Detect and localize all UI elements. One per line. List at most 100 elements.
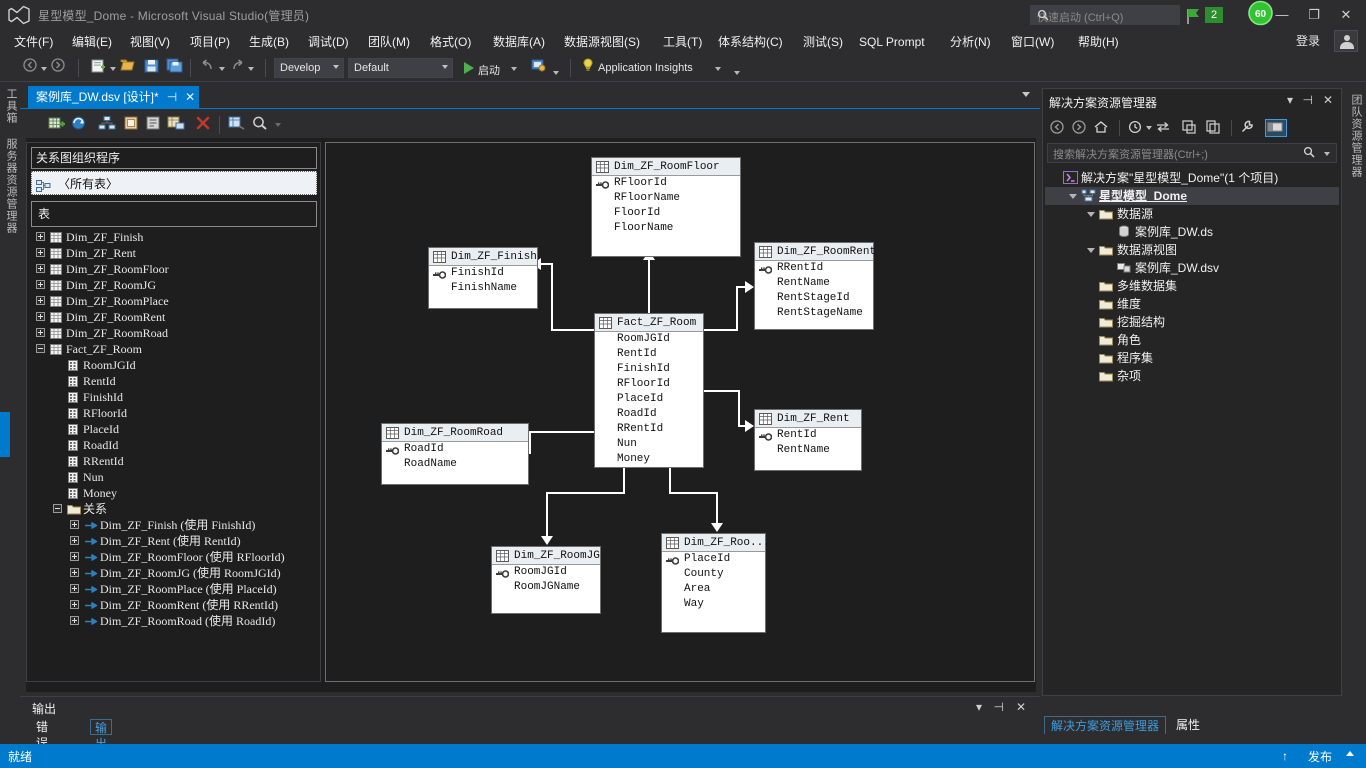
solution-explorer-close-icon[interactable]: ✕ xyxy=(1323,93,1333,107)
close-button[interactable]: ✕ xyxy=(1332,4,1360,26)
attach-overflow-caret-icon[interactable] xyxy=(553,71,559,75)
diagram-table-dimzfroomrent[interactable]: Dim_ZF_RoomRent RRentId RentName RentStageI… xyxy=(754,242,876,330)
save-icon[interactable] xyxy=(143,57,160,79)
expand-icon[interactable] xyxy=(36,280,45,289)
find-table-icon[interactable] xyxy=(98,115,118,133)
diagram-table-column[interactable]: RentId xyxy=(595,347,703,362)
organizer-tree-node[interactable]: Money xyxy=(32,485,316,501)
pin-icon[interactable]: ⊣ xyxy=(167,86,177,108)
pending-changes-caret-icon[interactable] xyxy=(1146,126,1152,130)
quick-launch-box[interactable]: 快速启动 (Ctrl+Q) xyxy=(1030,5,1180,25)
start-dropdown-caret-icon[interactable] xyxy=(511,67,517,71)
document-tab-dsv[interactable]: 案例库_DW.dsv [设计]* ⊣ ✕ xyxy=(28,86,200,108)
diagram-table-column[interactable]: Way xyxy=(662,597,765,612)
organizer-tree-node[interactable]: RoadId xyxy=(32,437,316,453)
diagram-table-dimzfroomroad[interactable]: Dim_ZF_RoomRoad RoadId RoadName xyxy=(381,423,529,485)
diagram-table-column[interactable]: RoadId xyxy=(595,407,703,422)
new-named-query-icon[interactable] xyxy=(122,115,142,133)
solution-explorer-row[interactable]: 程序集 xyxy=(1045,349,1339,367)
solution-explorer-row[interactable]: 挖掘结构 xyxy=(1045,313,1339,331)
solution-explorer-dropdown-icon[interactable]: ▾ xyxy=(1287,93,1293,107)
organizer-tree-node[interactable]: RentId xyxy=(32,373,316,389)
tab-error-list[interactable]: 错误列表 xyxy=(32,719,52,766)
expand-icon[interactable] xyxy=(70,536,79,545)
organizer-tree-node[interactable]: Dim_ZF_RoomPlace (使用 PlaceId) xyxy=(32,581,316,597)
diagram-table-column[interactable]: RFloorName xyxy=(592,191,740,206)
dsv-diagram-canvas[interactable]: Dim_ZF_RoomFloor RFloorId RFloorName FloorI… xyxy=(325,142,1035,682)
publish-button[interactable]: 发布 xyxy=(1308,748,1332,765)
expand-icon[interactable] xyxy=(36,312,45,321)
menu-analyze[interactable]: 分析(N) xyxy=(944,32,997,52)
application-insights-label[interactable]: Application Insights xyxy=(598,62,693,74)
toolbar-overflow-caret-icon[interactable] xyxy=(734,71,740,75)
app-insights-caret-icon[interactable] xyxy=(715,67,721,71)
diagram-table-dimzffinish[interactable]: Dim_ZF_Finish FinishId FinishName xyxy=(428,247,538,309)
organizer-tree-node[interactable]: Dim_ZF_RoomPlace xyxy=(32,293,316,309)
organizer-tree-node[interactable]: Dim_ZF_Rent (使用 RentId) xyxy=(32,533,316,549)
diagram-table-column[interactable]: RoadId xyxy=(382,442,528,457)
navigate-forward-icon[interactable] xyxy=(50,57,66,79)
organizer-tree-node[interactable]: Dim_ZF_Finish xyxy=(32,229,316,245)
diagram-table-header[interactable]: Dim_ZF_RoomRoad xyxy=(382,424,528,442)
team-explorer-tab-vertical[interactable]: 团队资源管理器 xyxy=(1348,94,1364,178)
diagram-table-dimzfroomjg[interactable]: Dim_ZF_RoomJG RoomJGId RoomJGName xyxy=(491,546,601,614)
tab-list-dropdown-icon[interactable] xyxy=(1022,92,1030,97)
diagram-table-column[interactable]: Area xyxy=(662,582,765,597)
open-file-icon[interactable] xyxy=(120,57,137,79)
diagram-table-dimzfroomfloor[interactable]: Dim_ZF_RoomFloor RFloorId RFloorName FloorI… xyxy=(591,157,741,257)
diagram-table-column[interactable]: FloorName xyxy=(592,221,740,236)
layout-dropdown-caret-icon[interactable] xyxy=(275,123,281,127)
organizer-tree-node[interactable]: Fact_ZF_Room xyxy=(32,341,316,357)
organizer-all-tables-row[interactable]: 〈所有表〉 xyxy=(31,171,317,195)
forward-icon[interactable] xyxy=(1071,119,1093,137)
server-explorer-tab-vertical[interactable]: 服务器资源管理器 xyxy=(3,138,19,234)
expand-icon[interactable] xyxy=(36,248,45,257)
menu-dsv[interactable]: 数据源视图(S) xyxy=(558,32,646,52)
diagram-table-column[interactable]: RentName xyxy=(755,443,861,458)
organizer-tree-node[interactable]: RoomJGId xyxy=(32,357,316,373)
menu-debug[interactable]: 调试(D) xyxy=(302,32,355,52)
search-icon-se[interactable] xyxy=(1303,146,1316,162)
diagram-table-column[interactable]: FinishId xyxy=(429,266,537,281)
diagram-table-column[interactable]: RentName xyxy=(755,276,873,291)
diagram-table-header[interactable]: Fact_ZF_Room xyxy=(595,314,703,332)
diagram-table-column[interactable]: RRentId xyxy=(595,422,703,437)
menu-project[interactable]: 项目(P) xyxy=(184,32,236,52)
refresh-icon[interactable] xyxy=(70,115,90,133)
add-table-icon[interactable] xyxy=(48,115,68,133)
close-icon[interactable]: ✕ xyxy=(185,86,195,108)
solution-explorer-row[interactable]: 多维数据集 xyxy=(1045,277,1339,295)
diagram-table-factzfroom[interactable]: Fact_ZF_Room RoomJGId RentId FinishId RFloor… xyxy=(594,313,704,468)
properties-wrench-icon[interactable] xyxy=(1239,119,1261,137)
solution-platform-combo[interactable]: Default xyxy=(348,58,453,78)
organizer-tree-node[interactable]: Nun xyxy=(32,469,316,485)
publish-arrow-icon[interactable]: ↑ xyxy=(1282,749,1288,763)
tab-properties[interactable]: 属性 xyxy=(1170,716,1206,734)
diagram-table-dimzfroo[interactable]: Dim_ZF_Roo... PlaceId County Area Way xyxy=(661,533,770,633)
diagram-table-header[interactable]: Dim_ZF_RoomJG xyxy=(492,547,600,565)
expand-icon[interactable] xyxy=(70,600,79,609)
new-named-calculation-icon[interactable] xyxy=(144,115,164,133)
expand-icon[interactable] xyxy=(36,232,45,241)
publish-caret-icon[interactable] xyxy=(1346,751,1354,756)
organizer-tree-node[interactable]: Dim_ZF_RoomJG (使用 RoomJGId) xyxy=(32,565,316,581)
menu-sql-prompt[interactable]: SQL Prompt xyxy=(853,32,931,52)
solution-explorer-row[interactable]: 角色 xyxy=(1045,331,1339,349)
solution-explorer-row[interactable]: 案例库_DW.ds xyxy=(1045,223,1339,241)
minimize-button[interactable]: — xyxy=(1268,4,1296,26)
diagram-table-column[interactable]: RRentId xyxy=(755,261,873,276)
solution-explorer-row[interactable]: 数据源 xyxy=(1045,205,1339,223)
search-options-caret-icon[interactable] xyxy=(1324,152,1330,156)
diagram-table-column[interactable]: FloorId xyxy=(592,206,740,221)
output-dropdown-icon[interactable]: ▾ xyxy=(976,700,982,714)
solution-explorer-tree[interactable]: 解决方案"星型模型_Dome"(1 个项目) 星型模型_Dome 数据源 案例库_DW… xyxy=(1045,169,1339,689)
organizer-tree-node[interactable]: Dim_ZF_RoomJG xyxy=(32,277,316,293)
menu-test[interactable]: 测试(S) xyxy=(797,32,849,52)
diagram-table-column[interactable]: RoomJGId xyxy=(595,332,703,347)
output-pin-icon[interactable]: ⊣ xyxy=(994,700,1004,714)
new-project-dropdown-caret-icon[interactable] xyxy=(110,67,116,71)
start-debug-label[interactable]: 启动 xyxy=(478,62,500,78)
organizer-tree-node[interactable]: Dim_ZF_RoomRent (使用 RRentId) xyxy=(32,597,316,613)
diagram-table-column[interactable]: RoomJGName xyxy=(492,580,600,595)
solution-explorer-row[interactable]: 数据源视图 xyxy=(1045,241,1339,259)
